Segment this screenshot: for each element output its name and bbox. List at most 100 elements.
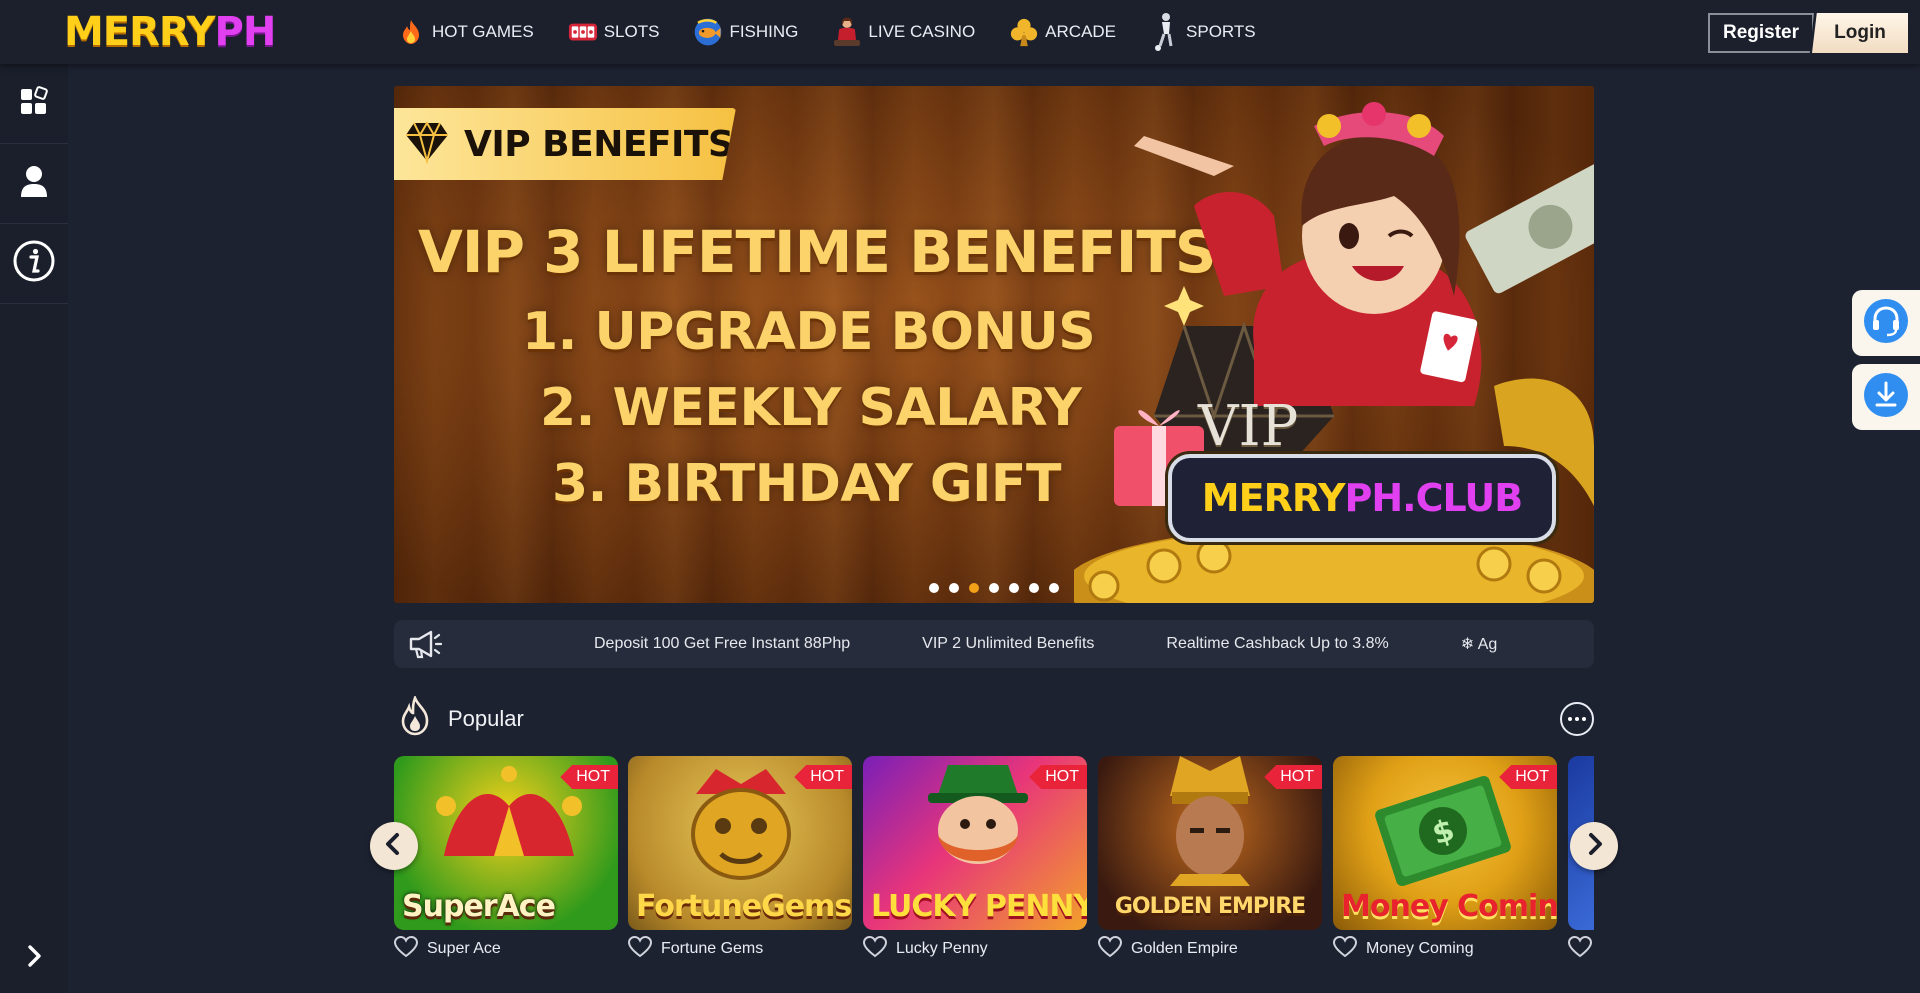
carousel-dots bbox=[394, 583, 1594, 593]
download-app-button[interactable] bbox=[1852, 364, 1920, 430]
leprechaun-illustration bbox=[928, 765, 1028, 864]
auth-buttons: Register Login bbox=[1708, 13, 1908, 53]
slot-machine-icon bbox=[568, 16, 598, 48]
diamond-icon bbox=[404, 120, 450, 169]
game-thumbnail[interactable]: HOT FortuneGems bbox=[628, 756, 852, 930]
nav-slots[interactable]: SLOTS bbox=[568, 16, 659, 48]
fire-icon bbox=[400, 694, 430, 741]
nav-live-casino[interactable]: LIVE CASINO bbox=[832, 16, 975, 48]
carousel-dot-2[interactable] bbox=[949, 583, 959, 593]
game-card[interactable]: HOT SuperAce Super Ace bbox=[394, 756, 618, 964]
sidebar-item-apps[interactable] bbox=[0, 64, 68, 144]
carousel-dot-5[interactable] bbox=[1009, 583, 1019, 593]
chevron-left-icon bbox=[381, 831, 407, 862]
favorite-heart-icon[interactable] bbox=[394, 935, 419, 963]
game-thumbnail[interactable]: HOT GOLDEN EMPIRE bbox=[1098, 756, 1322, 930]
user-icon bbox=[20, 165, 48, 202]
nav-hot-games[interactable]: HOT GAMES bbox=[396, 16, 534, 48]
carousel-prev-button[interactable] bbox=[370, 822, 418, 870]
banner-vip-text: VIP bbox=[1198, 394, 1299, 459]
marquee-track: Deposit 100 Get Free Instant 88Php VIP 2… bbox=[594, 620, 1569, 668]
customer-support-button[interactable] bbox=[1852, 290, 1920, 356]
vip-benefits-tag: VIP BENEFITS bbox=[394, 108, 736, 180]
announcement-marquee[interactable]: Deposit 100 Get Free Instant 88Php VIP 2… bbox=[394, 620, 1594, 668]
game-thumbnail[interactable]: HOT LUCKY PENNY bbox=[863, 756, 1087, 930]
game-name[interactable]: Golden Empire bbox=[1131, 940, 1238, 958]
game-name[interactable]: Super Ace bbox=[427, 940, 501, 958]
more-options-button[interactable] bbox=[1560, 702, 1594, 736]
marquee-item[interactable]: VIP 2 Unlimited Benefits bbox=[922, 635, 1094, 653]
game-card[interactable]: $ HOT Money Coming Money Coming bbox=[1332, 756, 1557, 964]
favorite-heart-icon[interactable] bbox=[627, 935, 653, 963]
nav-sports[interactable]: SPORTS bbox=[1150, 13, 1256, 51]
game-card[interactable]: HOT LUCKY PENNY Lucky Penny bbox=[862, 756, 1087, 964]
flame-icon bbox=[396, 16, 426, 48]
chevron-right-icon bbox=[1581, 831, 1607, 862]
hot-badge: HOT bbox=[1264, 765, 1322, 789]
carousel-next-button[interactable] bbox=[1570, 822, 1618, 870]
sidebar-expand-button[interactable] bbox=[20, 942, 48, 975]
nav-fishing[interactable]: FISHING bbox=[693, 16, 798, 48]
apps-icon bbox=[19, 86, 49, 121]
login-button[interactable]: Login bbox=[1812, 13, 1908, 53]
fish-icon bbox=[693, 16, 723, 48]
game-art-title: FortuneGems bbox=[636, 889, 852, 924]
popular-section-header: Popular bbox=[394, 694, 1594, 742]
banner-line-3: 3. BIRTHDAY GIFT bbox=[552, 454, 1061, 514]
more-dots-icon bbox=[1568, 717, 1572, 721]
carousel-dot-3[interactable] bbox=[969, 583, 979, 593]
main-nav: HOT GAMES SLOTS FISHING LIVE CASINO ARCA… bbox=[396, 0, 1290, 64]
popular-games-row: HOT SuperAce Super Ace HOT FortuneGems F… bbox=[394, 756, 1594, 993]
favorite-heart-icon[interactable] bbox=[862, 935, 888, 963]
game-thumbnail[interactable]: $ HOT Money Coming bbox=[1333, 756, 1557, 930]
marquee-item[interactable]: Realtime Cashback Up to 3.8% bbox=[1166, 635, 1388, 653]
athlete-icon bbox=[1150, 13, 1180, 51]
section-title: Popular bbox=[448, 706, 524, 731]
hot-badge: HOT bbox=[1499, 765, 1557, 789]
merryph-club-badge: MERRY PH.CLUB bbox=[1168, 454, 1556, 542]
game-art-title: GOLDEN EMPIRE bbox=[1114, 894, 1306, 919]
megaphone-icon bbox=[408, 628, 443, 665]
carousel-dot-4[interactable] bbox=[989, 583, 999, 593]
chevron-right-icon bbox=[20, 945, 48, 974]
dealer-icon bbox=[832, 16, 862, 48]
headset-icon bbox=[1863, 298, 1909, 349]
carousel-dot-1[interactable] bbox=[929, 583, 939, 593]
golden-mask-illustration bbox=[691, 769, 791, 880]
game-thumbnail[interactable]: HOT SuperAce bbox=[394, 756, 618, 930]
banner-line-2: 2. WEEKLY SALARY bbox=[540, 378, 1082, 438]
sidebar-item-info[interactable] bbox=[0, 224, 68, 304]
nav-arcade[interactable]: ARCADE bbox=[1009, 16, 1116, 48]
info-icon bbox=[13, 240, 55, 287]
logo[interactable]: MERRYPH bbox=[64, 12, 276, 52]
game-art-title: SuperAce bbox=[402, 889, 556, 924]
download-icon bbox=[1863, 372, 1909, 423]
aztec-warrior-illustration bbox=[1170, 756, 1250, 886]
favorite-heart-icon[interactable] bbox=[1332, 935, 1358, 963]
game-art-title: Money Coming bbox=[1341, 889, 1557, 924]
hot-badge: HOT bbox=[794, 765, 852, 789]
game-name[interactable]: Fortune Gems bbox=[661, 940, 763, 958]
promo-banner[interactable]: VIP BENEFITS VIP 3 LIFETIME BENEFITS 1. … bbox=[394, 86, 1594, 603]
carousel-dot-6[interactable] bbox=[1029, 583, 1039, 593]
clover-icon bbox=[1009, 16, 1039, 48]
carousel-dot-7[interactable] bbox=[1049, 583, 1059, 593]
game-name[interactable]: Lucky Penny bbox=[896, 940, 988, 958]
game-card[interactable]: HOT GOLDEN EMPIRE Golden Empire bbox=[1097, 756, 1322, 964]
marquee-item[interactable]: Deposit 100 Get Free Instant 88Php bbox=[594, 635, 850, 653]
favorite-heart-icon[interactable] bbox=[1097, 935, 1123, 963]
hot-badge: HOT bbox=[1029, 765, 1087, 789]
sidebar-item-user[interactable] bbox=[0, 144, 68, 224]
hot-badge: HOT bbox=[560, 765, 618, 789]
money-stack-illustration: $ bbox=[1375, 775, 1511, 887]
banner-line-1: 1. UPGRADE BONUS bbox=[522, 302, 1096, 362]
top-bar: MERRYPH HOT GAMES SLOTS FISHING LIVE CAS… bbox=[0, 0, 1920, 64]
favorite-heart-icon[interactable] bbox=[1567, 935, 1593, 963]
jester-hat-illustration bbox=[436, 766, 582, 856]
game-art-title: LUCKY PENNY bbox=[871, 889, 1087, 924]
register-button[interactable]: Register bbox=[1708, 13, 1814, 53]
game-name[interactable]: Money Coming bbox=[1366, 940, 1474, 958]
marquee-item[interactable]: ❄ Ag bbox=[1461, 634, 1498, 654]
game-card[interactable]: HOT FortuneGems Fortune Gems bbox=[627, 756, 852, 964]
left-sidebar bbox=[0, 64, 68, 993]
